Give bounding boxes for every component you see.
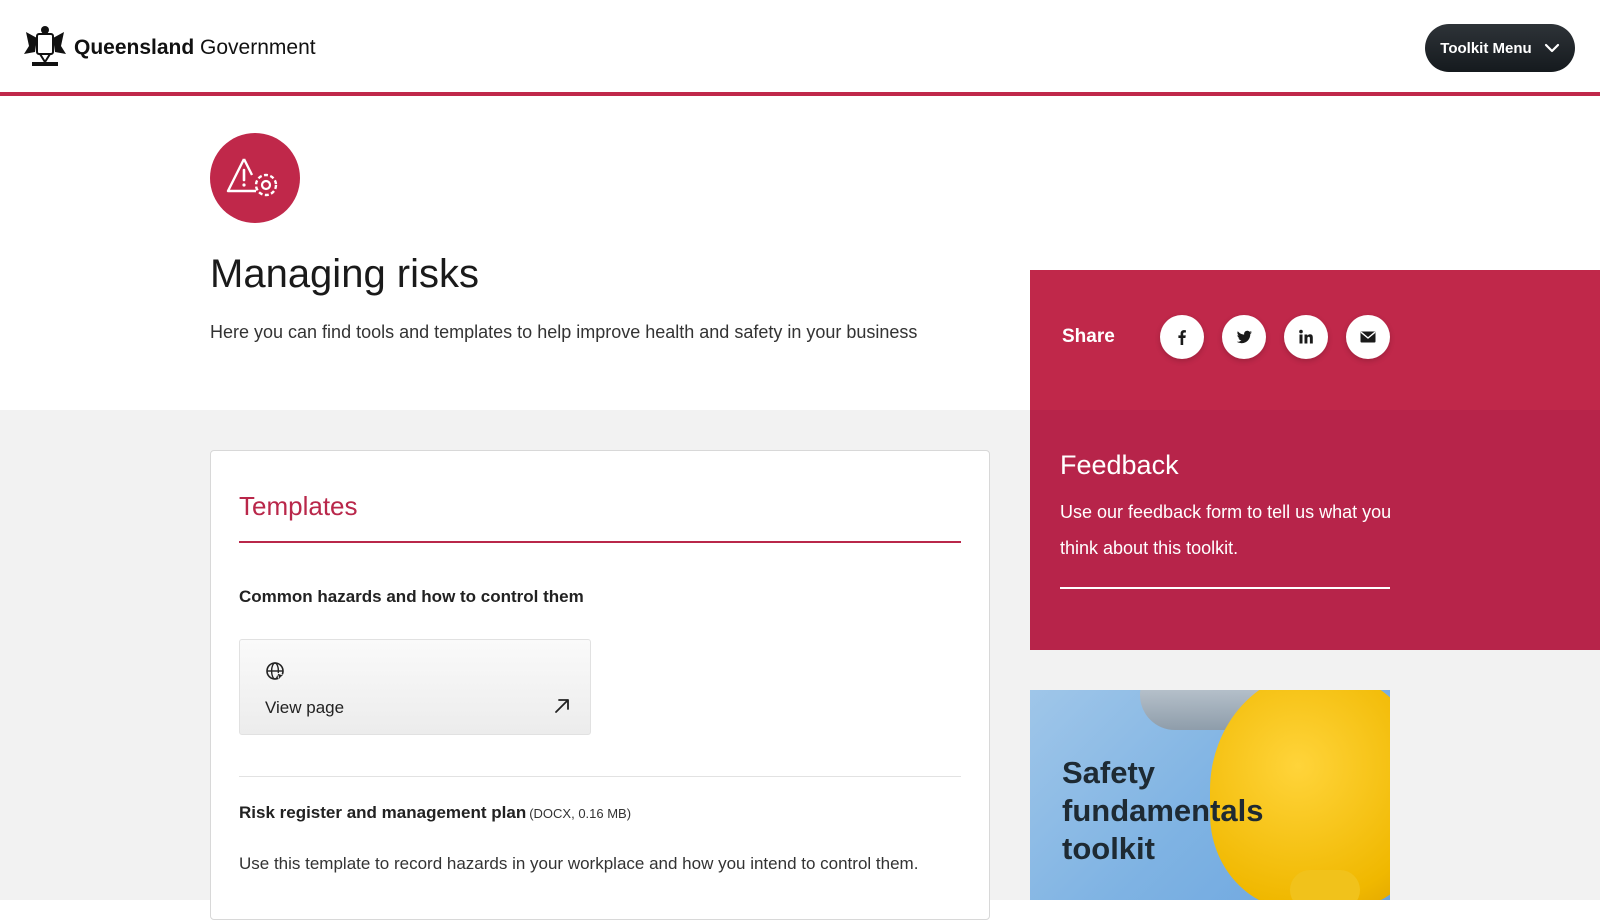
globe-cursor-icon	[266, 662, 286, 682]
site-header: Queensland Government Toolkit Menu	[0, 0, 1600, 96]
queensland-government-logo[interactable]: Queensland Government	[20, 24, 316, 72]
logo-text: Queensland Government	[74, 36, 316, 60]
template-item-title: Common hazards and how to control them	[239, 587, 584, 606]
view-page-link[interactable]: View page	[239, 639, 591, 735]
logo-text-regular: Government	[200, 36, 316, 59]
toolkit-menu-button[interactable]: Toolkit Menu	[1425, 24, 1575, 72]
templates-heading: Templates	[239, 491, 358, 521]
facebook-icon	[1178, 330, 1186, 345]
share-twitter-button[interactable]	[1222, 315, 1266, 359]
linkedin-icon	[1299, 329, 1313, 344]
coat-of-arms-icon	[24, 26, 66, 66]
warning-gear-icon	[226, 158, 278, 197]
share-email-button[interactable]	[1346, 315, 1390, 359]
email-icon	[1360, 331, 1376, 343]
external-arrow-icon	[555, 699, 569, 713]
risk-register-link[interactable]: Risk register and management plan (DOCX, …	[239, 803, 631, 823]
card-divider	[239, 776, 961, 777]
templates-card: Templates Common hazards and how to cont…	[210, 450, 990, 920]
page-title: Managing risks	[210, 252, 480, 296]
share-feedback-panel: Share Feedback Use our feedback form to …	[1030, 270, 1600, 650]
feedback-link[interactable]: Use our feedback form to tell us what yo…	[1060, 494, 1400, 566]
toolkit-menu-label: Toolkit Menu	[1440, 39, 1532, 57]
twitter-icon	[1236, 330, 1252, 344]
promo-title: Safety fundamentals toolkit	[1062, 755, 1264, 866]
share-linkedin-button[interactable]	[1284, 315, 1328, 359]
page-subtitle: Here you can find tools and templates to…	[210, 322, 918, 342]
file-meta: (DOCX, 0.16 MB)	[529, 806, 632, 821]
risk-register-title: Risk register and management plan	[239, 803, 527, 822]
risk-management-icon	[210, 133, 300, 223]
share-label: Share	[1062, 326, 1115, 347]
earplug-image	[1290, 870, 1360, 900]
logo-text-bold: Queensland	[74, 36, 195, 59]
feedback-divider	[1060, 587, 1390, 589]
feedback-title: Feedback	[1060, 450, 1179, 480]
templates-heading-rule	[239, 541, 961, 543]
risk-register-description: Use this template to record hazards in y…	[239, 854, 919, 873]
safety-toolkit-promo[interactable]: Safety fundamentals toolkit	[1030, 690, 1390, 900]
view-page-label: View page	[265, 698, 345, 717]
share-facebook-button[interactable]	[1160, 315, 1204, 359]
chevron-down-icon	[1544, 43, 1559, 53]
